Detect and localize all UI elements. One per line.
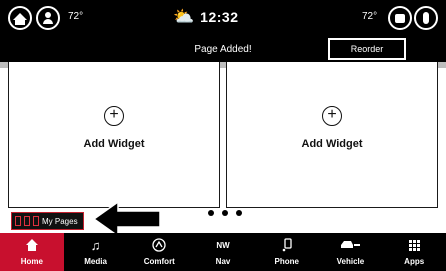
clock-area: ⛅ 12:32 — [173, 8, 238, 25]
music-note-icon: ♫ — [90, 237, 101, 253]
widget-slot-2[interactable]: + Add Widget — [226, 62, 438, 208]
microphone-icon — [423, 12, 429, 24]
seat-climate-icon — [127, 237, 191, 253]
nav-item-nav[interactable]: NW Nav — [191, 233, 255, 271]
compass-heading: NW — [216, 240, 230, 250]
add-widget-label: Add Widget — [301, 138, 363, 150]
my-pages-button[interactable]: My Pages — [11, 212, 84, 230]
nav-item-home[interactable]: Home — [0, 233, 64, 271]
notification-bar: Page Added! Reorder — [0, 36, 446, 62]
nav-label: Comfort — [143, 257, 175, 266]
phone-icon — [255, 237, 319, 253]
page-dot[interactable] — [222, 210, 228, 216]
record-icon — [395, 13, 405, 23]
driver-profile-icon — [43, 12, 53, 24]
home-shortcut-button[interactable] — [8, 6, 32, 30]
nav-item-vehicle[interactable]: Vehicle — [319, 233, 383, 271]
nav-label: Media — [84, 257, 107, 266]
page-dot[interactable] — [236, 210, 242, 216]
home-icon — [13, 12, 27, 25]
page-thumbnail-icon — [24, 216, 30, 226]
nav-item-phone[interactable]: Phone — [255, 233, 319, 271]
bottom-nav-bar: Home ♫ Media Comfort NW Nav Phone Vehicl… — [0, 233, 446, 271]
add-widget-label: Add Widget — [83, 138, 145, 150]
record-button[interactable] — [388, 6, 412, 30]
driver-profile-button[interactable] — [36, 6, 60, 30]
nav-item-apps[interactable]: Apps — [382, 233, 446, 271]
app-grid-icon — [382, 237, 446, 253]
nav-label: Nav — [215, 257, 231, 266]
status-bar: 72° ⛅ 12:32 72° — [0, 0, 446, 36]
voice-command-button[interactable] — [414, 6, 438, 30]
my-pages-label: My Pages — [42, 216, 78, 226]
car-icon — [319, 237, 383, 253]
page-thumbnail-icon — [15, 216, 21, 226]
clock-time: 12:32 — [200, 8, 239, 25]
reorder-button[interactable]: Reorder — [328, 38, 406, 60]
page-dot[interactable] — [208, 210, 214, 216]
nav-label: Home — [20, 257, 43, 266]
left-temperature: 72° — [68, 11, 84, 22]
right-temperature: 72° — [362, 11, 378, 22]
add-icon[interactable]: + — [104, 106, 124, 126]
partly-sunny-icon: ⛅ — [173, 7, 195, 26]
add-icon[interactable]: + — [322, 106, 342, 126]
nav-item-media[interactable]: ♫ Media — [64, 233, 128, 271]
compass-icon: NW — [191, 237, 255, 253]
widget-slot-1[interactable]: + Add Widget — [8, 62, 220, 208]
nav-label: Phone — [274, 257, 299, 266]
nav-item-comfort[interactable]: Comfort — [127, 233, 191, 271]
page-thumbnail-icon — [33, 216, 39, 226]
nav-label: Vehicle — [336, 257, 365, 266]
home-icon — [0, 237, 64, 253]
nav-label: Apps — [404, 257, 425, 266]
page-indicator — [208, 210, 242, 216]
